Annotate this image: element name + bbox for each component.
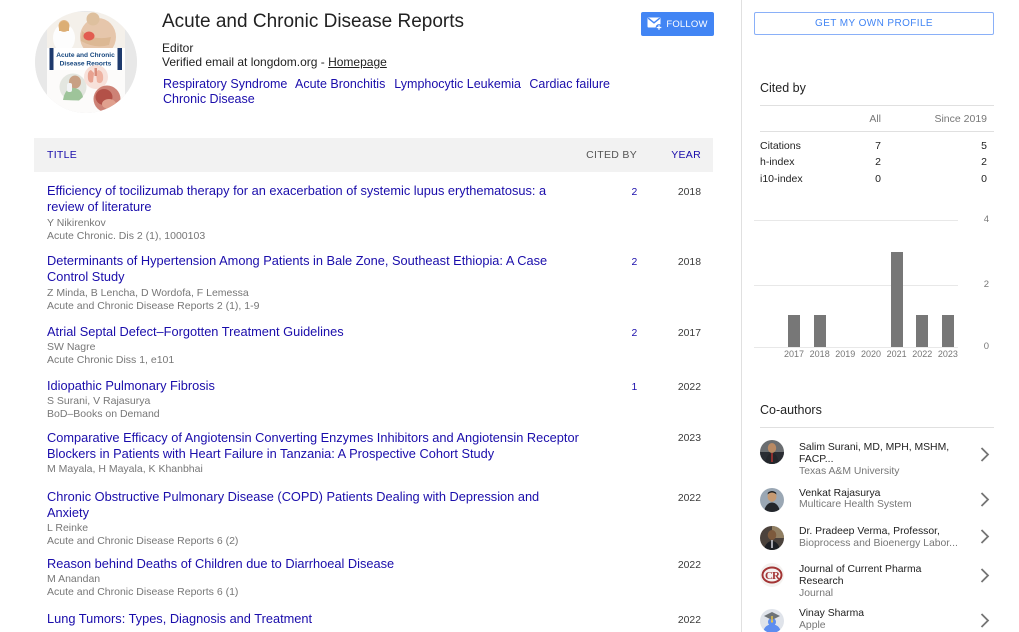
svg-text:Acute and Chronic: Acute and Chronic [56, 52, 115, 59]
svg-text:R: R [772, 570, 781, 582]
svg-text:Disease Reports: Disease Reports [60, 61, 112, 68]
